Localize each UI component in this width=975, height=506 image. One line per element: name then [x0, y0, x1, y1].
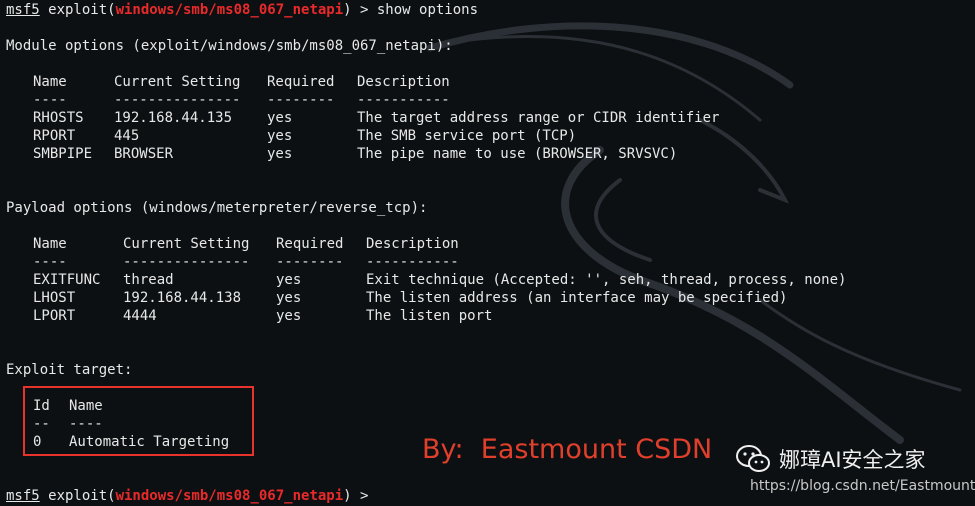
option-name: LHOST	[33, 290, 76, 306]
option-value: 4444	[123, 308, 157, 324]
prompt-module-path: windows/smb/ms08_067_netapi	[115, 488, 344, 504]
option-required: yes	[276, 290, 302, 306]
option-name: LPORT	[33, 308, 76, 324]
divider-dashes: -----------	[366, 254, 459, 270]
payload-options-divider: ---- --------------- -------- -----------	[33, 253, 459, 271]
module-options-header: Name Current Setting Required Description	[33, 73, 450, 91]
column-header: Required	[267, 74, 335, 90]
option-description: The pipe name to use (BROWSER, SRVSVC)	[357, 146, 678, 162]
option-value: 192.168.44.138	[123, 290, 242, 306]
column-header: Description	[366, 236, 459, 252]
column-header: Required	[276, 236, 344, 252]
option-name: RHOSTS	[33, 110, 84, 126]
prompt-text: exploit(	[39, 2, 116, 18]
option-name: RPORT	[33, 128, 76, 144]
option-value: 445	[114, 128, 140, 144]
prompt-app: msf5	[6, 488, 40, 504]
exploit-target-heading: Exploit target:	[6, 362, 133, 378]
divider-dashes: -----------	[357, 92, 450, 108]
divider-dashes: ---------------	[114, 92, 241, 108]
prompt-command: ) > show options	[343, 2, 479, 18]
module-options-heading: Module options (exploit/windows/smb/ms08…	[6, 38, 453, 54]
wechat-account-name: 娜璋AI安全之家	[779, 448, 926, 472]
column-header: Description	[357, 74, 450, 90]
option-description: The listen port	[366, 308, 493, 324]
payload-options-heading: Payload options (windows/meterpreter/rev…	[6, 200, 428, 216]
exploit-target-highlight-box	[23, 386, 254, 456]
column-header: Name	[33, 74, 67, 90]
option-value: thread	[123, 272, 174, 288]
divider-dashes: --------	[276, 254, 344, 270]
table-row: EXITFUNC thread yes Exit technique (Accepte…	[33, 271, 846, 289]
blog-url-watermark: https://blog.csdn.net/Eastmount	[750, 478, 975, 494]
option-description: The target address range or CIDR identif…	[357, 110, 720, 126]
option-description: The listen address (an interface may be …	[366, 290, 788, 306]
prompt-app: msf5	[6, 2, 40, 18]
table-row: RPORT 445 yes The SMB service port (TCP)	[33, 127, 576, 145]
author-byline-watermark: By: Eastmount CSDN	[422, 434, 713, 465]
option-required: yes	[267, 146, 293, 162]
column-header: Current Setting	[123, 236, 250, 252]
column-header: Name	[33, 236, 67, 252]
wechat-icon	[736, 445, 770, 472]
command-prompt-line[interactable]: msf5 exploit(windows/smb/ms08_067_netapi…	[6, 487, 377, 505]
wechat-account-watermark: 娜璋AI安全之家	[735, 444, 926, 474]
payload-options-header: Name Current Setting Required Description	[33, 235, 459, 253]
option-required: yes	[267, 110, 293, 126]
option-name: SMBPIPE	[33, 146, 93, 162]
option-required: yes	[276, 272, 302, 288]
divider-dashes: ----	[33, 254, 67, 270]
option-value: 192.168.44.135	[114, 110, 233, 126]
divider-dashes: ---------------	[123, 254, 250, 270]
divider-dashes: ----	[33, 92, 67, 108]
prompt-text: exploit(	[39, 488, 116, 504]
table-row: SMBPIPE BROWSER yes The pipe name to use (B…	[33, 145, 677, 163]
divider-dashes: --------	[267, 92, 335, 108]
option-value: BROWSER	[114, 146, 174, 162]
option-required: yes	[276, 308, 302, 324]
module-options-divider: ---- --------------- -------- -----------	[33, 91, 450, 109]
command-prompt-line: msf5 exploit(windows/smb/ms08_067_netapi…	[6, 1, 478, 19]
option-required: yes	[267, 128, 293, 144]
table-row: LHOST 192.168.44.138 yes The listen address…	[33, 289, 787, 307]
column-header: Current Setting	[114, 74, 241, 90]
prompt-module-path: windows/smb/ms08_067_netapi	[115, 2, 344, 18]
option-name: EXITFUNC	[33, 272, 101, 288]
table-row: LPORT 4444 yes The listen port	[33, 307, 492, 325]
option-description: Exit technique (Accepted: '', seh, threa…	[366, 272, 847, 288]
table-row: RHOSTS 192.168.44.135 yes The target addres…	[33, 109, 719, 127]
option-description: The SMB service port (TCP)	[357, 128, 577, 144]
prompt-command: ) >	[343, 488, 377, 504]
